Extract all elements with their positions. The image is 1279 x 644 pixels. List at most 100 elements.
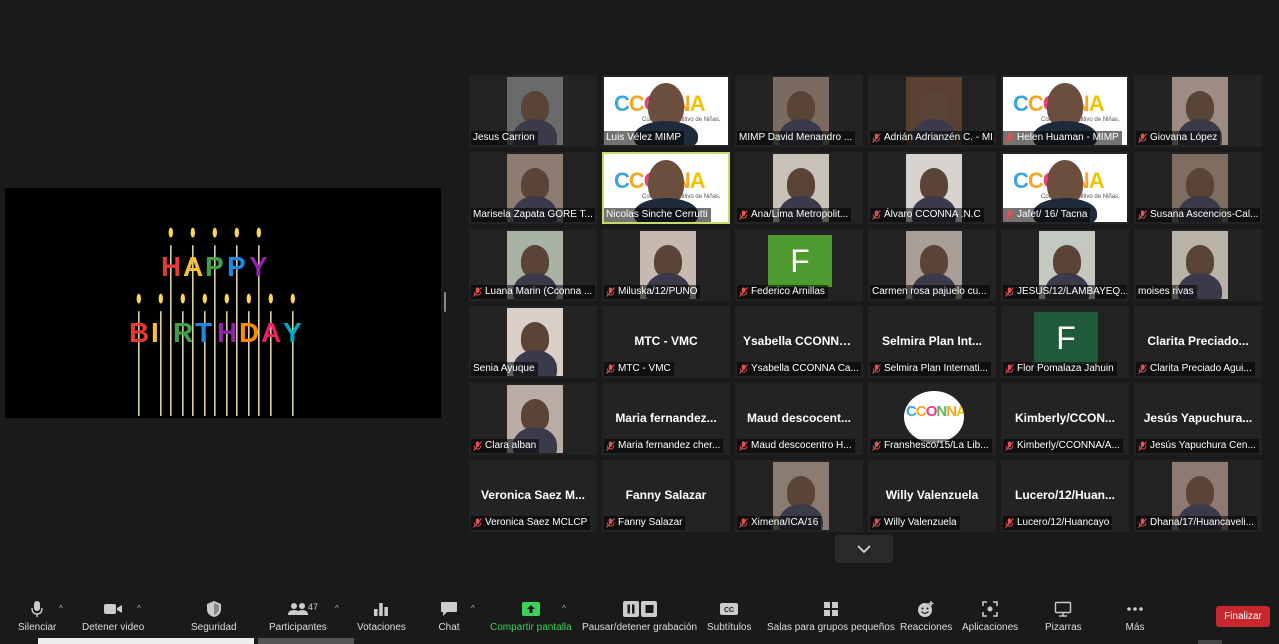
participant-name-label: Jafet/ 16/ Tacna xyxy=(1003,208,1091,222)
microphone-muted-icon xyxy=(1005,517,1014,528)
participant-name: Lucero/12/Huancayo xyxy=(1017,517,1110,528)
chat-options-caret[interactable]: ^ xyxy=(471,604,475,613)
participant-tile[interactable]: MTC - VMC MTC - VMC xyxy=(602,306,730,378)
participant-name-label: Clara alban xyxy=(471,439,540,453)
participants-button[interactable]: Participantes xyxy=(269,600,327,633)
participant-tile[interactable]: Giovana López xyxy=(1134,75,1262,147)
more-button[interactable]: Más xyxy=(1124,600,1146,633)
participant-tile[interactable]: Senia Ayuque xyxy=(469,306,597,378)
participant-tile[interactable]: moises rivas xyxy=(1134,229,1262,301)
candle-letter: R xyxy=(173,317,193,348)
participant-name-label: Álvaro CCONNA .N.C xyxy=(870,208,984,222)
cconna-letter: C xyxy=(1013,168,1029,193)
participant-tile[interactable]: Carmen rosa pajuelo cu... xyxy=(868,229,996,301)
participant-tile[interactable]: F Flor Pomalaza Jahuin xyxy=(1001,306,1129,378)
participant-tile[interactable]: CCONNAConsejo Consultivo de Niñas,Jafet/… xyxy=(1001,152,1129,224)
taskbar-preview xyxy=(38,638,254,644)
participant-name: Helen Huaman - MIMP xyxy=(1017,132,1119,143)
participant-tile[interactable]: Jesús Yapuchura... Jesús Yapuchura Cen... xyxy=(1134,383,1262,455)
share-screen-button[interactable]: Compartir pantalla xyxy=(490,600,572,633)
shared-screen: HAPPYBIRTHDAY xyxy=(5,188,441,418)
candle-flame xyxy=(234,227,239,238)
video-label: Detener video xyxy=(82,622,145,633)
participant-tile[interactable]: Luana Marin (Cconna ... xyxy=(469,229,597,301)
participant-tile[interactable]: Veronica Saez M... Veronica Saez MCLCP xyxy=(469,460,597,532)
participant-tile[interactable]: Marisela Zapata GORE T... xyxy=(469,152,597,224)
end-meeting-button[interactable]: Finalizar xyxy=(1216,606,1270,627)
candle-letter: P xyxy=(205,251,224,282)
share-options-caret[interactable]: ^ xyxy=(562,604,566,613)
microphone-muted-icon xyxy=(872,440,881,451)
participant-tile[interactable]: Ysabella CCONNA ... Ysabella CCONNA Ca... xyxy=(735,306,863,378)
participant-tile[interactable]: Susana Ascencios-Cal... xyxy=(1134,152,1262,224)
security-label: Seguridad xyxy=(191,622,237,633)
participant-tile[interactable]: CCONNAConsejo Consultivo de Niñas,Nicola… xyxy=(602,152,730,224)
participants-options-caret[interactable]: ^ xyxy=(335,604,339,613)
participant-tile[interactable]: Ximena/ICA/16 xyxy=(735,460,863,532)
splitter-handle[interactable] xyxy=(444,292,446,312)
reactions-button[interactable]: Reacciones xyxy=(900,600,952,633)
participant-tile[interactable]: Dhana/17/Huancaveli... xyxy=(1134,460,1262,532)
candle-letter: H xyxy=(217,317,237,348)
chat-button[interactable]: Chat xyxy=(438,600,460,633)
participant-tile[interactable]: Willy Valenzuela Willy Valenzuela xyxy=(868,460,996,532)
participant-name: Clarita Preciado Agui... xyxy=(1150,363,1252,374)
participant-tile[interactable]: Álvaro CCONNA .N.C xyxy=(868,152,996,224)
participant-tile[interactable]: Jesus Carrion xyxy=(469,75,597,147)
recording-button[interactable]: Pausar/detener grabación xyxy=(582,600,697,633)
participant-name-label: Nicolas Sinche Cerrutti xyxy=(604,208,711,222)
participant-name-label: MIMP David Menandro ... xyxy=(737,131,856,145)
participant-tile[interactable]: JESUS/12/LAMBAYEQ... xyxy=(1001,229,1129,301)
participant-tile[interactable]: Maria fernandez... Maria fernandez cher..… xyxy=(602,383,730,455)
participant-name-large: MTC - VMC xyxy=(634,334,698,348)
participant-tile[interactable]: CCONNAConsejo Consultivo de Niñas,Helen … xyxy=(1001,75,1129,147)
breakout-rooms-button[interactable]: Salas para grupos pequeños xyxy=(767,600,895,633)
breakout-rooms-icon xyxy=(823,602,838,616)
next-page-button[interactable] xyxy=(835,535,893,563)
participant-tile[interactable]: Kimberly/CCON... Kimberly/CCONNA/A... xyxy=(1001,383,1129,455)
participant-name: Miluska/12/PUNO xyxy=(618,286,698,297)
cconna-letter: A xyxy=(956,403,964,420)
participant-name: moises rivas xyxy=(1138,286,1194,297)
participant-tile[interactable]: Fanny Salazar Fanny Salazar xyxy=(602,460,730,532)
participant-name-large: Fanny Salazar xyxy=(625,488,707,502)
participant-tile[interactable]: Selmira Plan Int... Selmira Plan Internat… xyxy=(868,306,996,378)
security-button[interactable]: Seguridad xyxy=(191,600,237,633)
participant-tile[interactable]: Lucero/12/Huan... Lucero/12/Huancayo xyxy=(1001,460,1129,532)
participant-name-label: Selmira Plan Internati... xyxy=(870,362,991,376)
microphone-muted-icon xyxy=(473,286,482,297)
cconna-letter: C xyxy=(906,403,917,420)
participant-name-large: Maria fernandez... xyxy=(615,411,717,425)
participant-tile[interactable]: Ana/Lima Metropolit... xyxy=(735,152,863,224)
participant-name: Maud descocentro H... xyxy=(751,440,852,451)
cconna-letter: C xyxy=(1027,168,1044,193)
candle-flame xyxy=(256,227,261,238)
participant-tile[interactable]: Maud descocent... Maud descocentro H... xyxy=(735,383,863,455)
video-options-caret[interactable]: ^ xyxy=(137,604,141,613)
subtitles-button[interactable]: CC Subtítulos xyxy=(707,600,751,633)
microphone-muted-icon xyxy=(739,440,748,451)
video-button[interactable]: Detener video xyxy=(82,600,144,633)
polls-button[interactable]: Votaciones xyxy=(357,600,406,633)
participant-name-label: Veronica Saez MCLCP xyxy=(471,516,591,530)
participant-name-label: Willy Valenzuela xyxy=(870,516,960,530)
chevron-down-icon xyxy=(857,545,871,553)
participant-tile[interactable]: Miluska/12/PUNO xyxy=(602,229,730,301)
candle-flame xyxy=(190,227,195,238)
participant-tile[interactable]: Adrián Adrianzén C. - MI... xyxy=(868,75,996,147)
microphone-muted-icon xyxy=(606,363,615,374)
participant-tile[interactable]: Clara alban xyxy=(469,383,597,455)
microphone-muted-icon xyxy=(739,209,748,220)
participant-tile[interactable]: F Federico Arnillas xyxy=(735,229,863,301)
participant-tile[interactable]: MIMP David Menandro ... xyxy=(735,75,863,147)
birthday-candles-image: H A P P YB I R T H D A Y xyxy=(129,227,302,416)
participant-tile[interactable]: CCONNAConsejo Consultivo de Niñas,Luis V… xyxy=(602,75,730,147)
whiteboards-button[interactable]: Pizarras xyxy=(1045,600,1082,633)
apps-button[interactable]: Aplicaciones xyxy=(962,600,1018,633)
chat-label: Chat xyxy=(438,622,460,633)
participant-tile[interactable]: Clarita Preciado... Clarita Preciado Agui… xyxy=(1134,306,1262,378)
mute-options-caret[interactable]: ^ xyxy=(59,604,63,613)
cconna-avatar: CCONNA xyxy=(904,391,964,443)
participant-tile[interactable]: CCONNA Franshesco/15/La Lib... xyxy=(868,383,996,455)
mute-button[interactable]: Silenciar xyxy=(18,600,56,633)
